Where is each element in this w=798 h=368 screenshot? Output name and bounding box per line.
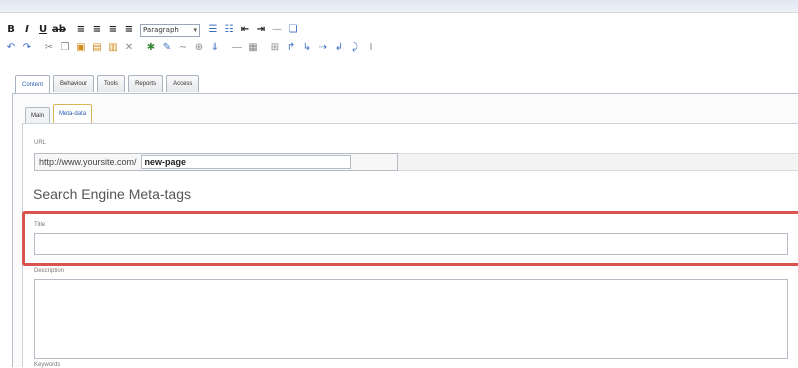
url-row-background [398, 153, 798, 171]
strikethrough-icon[interactable]: ab [52, 23, 66, 37]
tab-behaviour[interactable]: Behaviour [53, 75, 95, 92]
paste-word-icon[interactable]: ▥ [106, 41, 120, 55]
main-tabs: Content Behaviour Tools Reports Access [15, 75, 202, 93]
tab-access[interactable]: Access [166, 75, 200, 92]
unlink-icon[interactable]: ✎ [160, 41, 174, 55]
format-select-value: Paragraph [143, 26, 179, 34]
align-right-icon[interactable]: ≡ [106, 23, 120, 37]
cut-icon[interactable]: ✂ [42, 41, 56, 55]
text-cursor-icon[interactable]: Ⅰ [364, 41, 378, 55]
bullet-list-icon[interactable]: ☰ [206, 23, 220, 37]
top-band [0, 0, 798, 13]
url-prefix: http://www.yoursite.com/ [39, 157, 137, 167]
image-icon[interactable]: ⊕ [192, 41, 206, 55]
tab-content[interactable]: Content [15, 75, 51, 93]
curve-icon[interactable]: ↱ [284, 41, 298, 55]
return-icon[interactable]: ⤸ [348, 41, 362, 55]
hr-icon[interactable]: ― [230, 41, 244, 55]
corner-icon[interactable]: ↳ [300, 41, 314, 55]
editor-toolbar-row-1: B I U ab ≡ ≡ ≡ ≡ Paragraph ▾ ☰ ☷ ⇤ ⇥ — ❏ [4, 22, 302, 38]
title-label: Title [34, 222, 46, 228]
tab-reports[interactable]: Reports [128, 75, 164, 92]
undo-icon[interactable]: ↶ [4, 41, 18, 55]
table-icon[interactable]: ▦ [246, 41, 260, 55]
bold-icon[interactable]: B [4, 23, 18, 37]
align-left-icon[interactable]: ≡ [74, 23, 88, 37]
url-field: http://www.yoursite.com/ new-page [34, 153, 398, 171]
url-label: URL [34, 140, 47, 146]
media-icon[interactable]: ⇓ [208, 41, 222, 55]
italic-icon[interactable]: I [20, 23, 34, 37]
anchor-icon[interactable]: ∼ [176, 41, 190, 55]
horizontal-rule-icon[interactable]: — [270, 23, 284, 37]
editor-toolbar-row-2: ↶ ↷ ✂ ❐ ▣ ▤ ▥ ✕ ✱ ✎ ∼ ⊕ ⇓ ― ▦ ⊞ ↱ ↳ ⇢ ↲ … [4, 40, 380, 56]
title-input[interactable] [34, 233, 788, 255]
numbered-list-icon[interactable]: ☷ [222, 23, 236, 37]
paste-text-icon[interactable]: ▤ [90, 41, 104, 55]
underline-icon[interactable]: U [36, 23, 50, 37]
align-justify-icon[interactable]: ≡ [122, 23, 136, 37]
tab-meta-data[interactable]: Meta-data [53, 104, 93, 123]
description-textarea[interactable] [34, 279, 788, 359]
split-icon[interactable]: ⇢ [316, 41, 330, 55]
sub-tabs: Main Meta-data [25, 104, 95, 124]
outdent-icon[interactable]: ⇤ [238, 23, 252, 37]
tab-tools[interactable]: Tools [97, 75, 126, 92]
indent-icon[interactable]: ⇥ [254, 23, 268, 37]
link-icon[interactable]: ✱ [144, 41, 158, 55]
tab-main[interactable]: Main [25, 107, 51, 123]
redo-icon[interactable]: ↷ [20, 41, 34, 55]
copy-icon[interactable]: ❐ [58, 41, 72, 55]
keywords-label: Keywords [34, 362, 61, 368]
align-center-icon[interactable]: ≡ [90, 23, 104, 37]
paste-icon[interactable]: ▣ [74, 41, 88, 55]
section-heading: Search Engine Meta-tags [33, 186, 191, 202]
remove-format-icon[interactable]: ✕ [122, 41, 136, 55]
table-row-icon[interactable]: ⊞ [268, 41, 282, 55]
format-select[interactable]: Paragraph ▾ [140, 23, 200, 37]
chevron-down-icon: ▾ [193, 26, 197, 34]
blockquote-icon[interactable]: ❏ [286, 23, 300, 37]
merge-icon[interactable]: ↲ [332, 41, 346, 55]
url-slug-input[interactable]: new-page [140, 155, 351, 169]
description-label: Description [34, 268, 65, 274]
